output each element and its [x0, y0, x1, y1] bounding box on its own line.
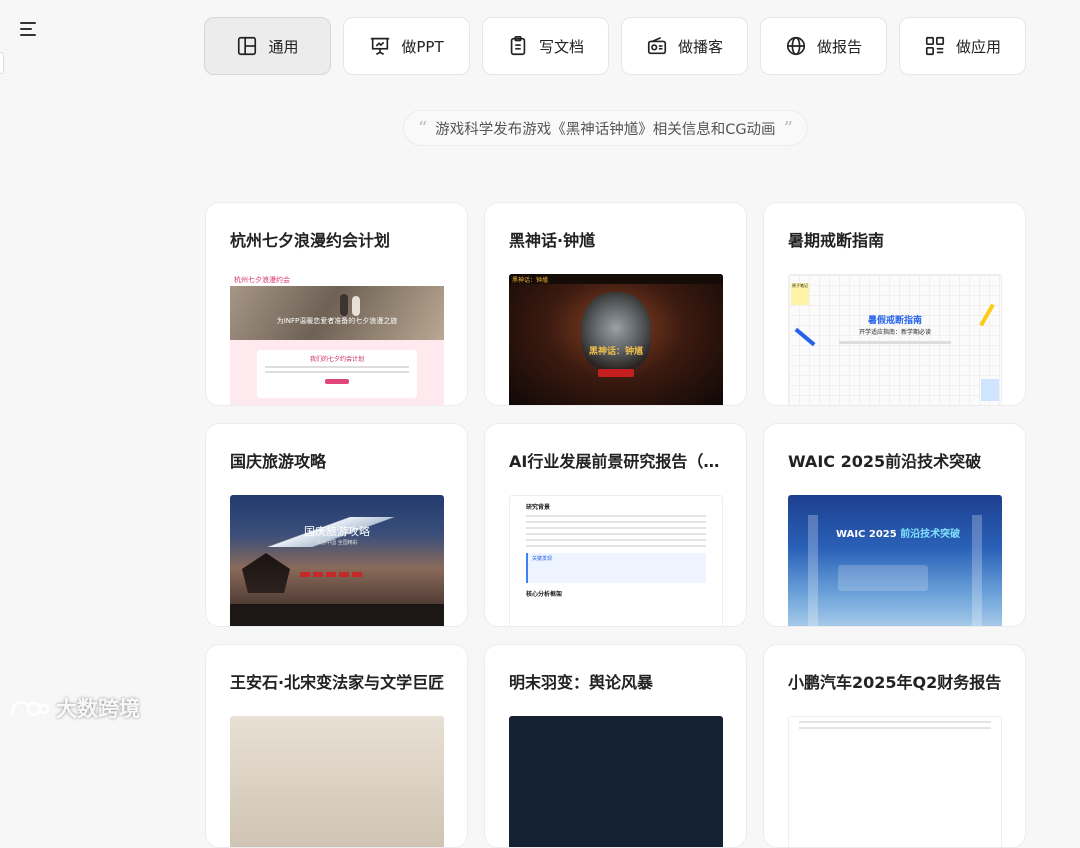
card-thumbnail [788, 716, 1002, 847]
showcase-card[interactable]: 黑神话·钟馗 黑神话：钟馗 黑神话：钟馗 [484, 202, 747, 406]
card-thumbnail [509, 716, 723, 847]
card-title: 杭州七夕浪漫约会计划 [230, 231, 391, 250]
radio-icon [647, 36, 667, 55]
mode-podcast-button[interactable]: 做播客 [621, 17, 748, 75]
close-quote-icon: ” [783, 117, 793, 139]
card-thumbnail: 原子笔记 暑假戒断指南 开学适应指南：新学期必读 [788, 274, 1002, 405]
apps-grid-icon [925, 36, 945, 56]
globe-icon [786, 36, 806, 56]
card-title: 国庆旅游攻略 [230, 452, 327, 471]
showcase-card[interactable]: 王安石·北宋变法家与文学巨匠 [205, 644, 468, 848]
watermark-logo-icon [10, 701, 50, 717]
thumb-heading: 研究背景 [526, 504, 551, 511]
thumb-highlight: 关键发现 [532, 556, 553, 562]
showcase-card[interactable]: 小鹏汽车2025年Q2财务报告 [763, 644, 1026, 848]
mode-label: 做PPT [401, 37, 444, 56]
showcase-card[interactable]: AI行业发展前景研究报告（2025-2030） 研究背景 关键发现 核心分析框架 [484, 423, 747, 627]
prompt-suggestion-text: 游戏科学发布游戏《黑神话钟馗》相关信息和CG动画 [435, 121, 776, 138]
card-thumbnail: 研究背景 关键发现 核心分析框架 [509, 495, 723, 626]
mode-ppt-button[interactable]: 做PPT [343, 17, 470, 75]
card-title: AI行业发展前景研究报告（2025-2030） [509, 452, 728, 471]
thumb-subtitle: 畅游中国 全国精彩 [316, 540, 358, 546]
showcase-card[interactable]: 杭州七夕浪漫约会计划 杭州七夕浪漫约会 为INFP温暖恋爱者准备的七夕浪漫之旅 … [205, 202, 468, 406]
card-thumbnail: WAIC 2025 前沿技术突破 [788, 495, 1002, 626]
mode-report-button[interactable]: 做报告 [760, 17, 887, 75]
mode-toolbar: 通用 做PPT 写文档 做播客 做报告 做应用 [204, 17, 1026, 75]
thumb-box-title: 我们的七夕约会计划 [309, 356, 364, 363]
mode-general-button[interactable]: 通用 [204, 17, 331, 75]
watermark: 大数跨境 [8, 693, 140, 723]
showcase-grid: 杭州七夕浪漫约会计划 杭州七夕浪漫约会 为INFP温暖恋爱者准备的七夕浪漫之旅 … [205, 202, 1026, 848]
thumb-sticky-note: 原子笔记 [791, 283, 809, 305]
card-title: 王安石·北宋变法家与文学巨匠 [230, 673, 445, 692]
sidebar-handle[interactable] [0, 52, 4, 74]
card-thumbnail: 杭州七夕浪漫约会 为INFP温暖恋爱者准备的七夕浪漫之旅 我们的七夕约会计划 [230, 274, 444, 405]
thumb-title: WAIC 2025 [836, 529, 897, 540]
thumb-section: 核心分析框架 [526, 591, 563, 598]
thumb-title-accent: 前沿技术突破 [900, 529, 961, 540]
card-title: 明末羽变：舆论风暴 [509, 673, 654, 692]
mode-label: 做报告 [816, 37, 862, 56]
thumb-title: 暑假戒断指南 [867, 316, 922, 326]
card-title: 暑期戒断指南 [788, 231, 885, 250]
thumb-title: 国庆旅游攻略 [304, 525, 370, 538]
card-title: 小鹏汽车2025年Q2财务报告 [788, 673, 1002, 692]
showcase-card[interactable]: 国庆旅游攻略 国庆旅游攻略 畅游中国 全国精彩 [205, 423, 468, 627]
showcase-card[interactable]: 暑期戒断指南 原子笔记 暑假戒断指南 开学适应指南：新学期必读 [763, 202, 1026, 406]
mode-app-button[interactable]: 做应用 [899, 17, 1026, 75]
thumb-subtitle: 开学适应指南：新学期必读 [858, 329, 931, 336]
thumb-title: 黑神话：钟馗 [588, 347, 643, 357]
showcase-card[interactable]: 明末羽变：舆论风暴 [484, 644, 747, 848]
menu-icon[interactable] [20, 20, 40, 38]
thumb-brand: 杭州七夕浪漫约会 [234, 276, 290, 284]
mode-doc-button[interactable]: 写文档 [482, 17, 609, 75]
presentation-icon [371, 37, 390, 55]
thumb-nav-brand: 黑神话：钟馗 [512, 276, 549, 284]
mode-label: 通用 [268, 37, 299, 56]
thumb-hero-text: 为INFP温暖恋爱者准备的七夕浪漫之旅 [276, 317, 398, 325]
mode-label: 做应用 [955, 37, 1001, 56]
open-quote-icon: “ [418, 117, 428, 139]
card-thumbnail: 黑神话：钟馗 黑神话：钟馗 [509, 274, 723, 405]
clipboard-icon [510, 36, 526, 56]
mode-label: 写文档 [538, 37, 584, 56]
showcase-card[interactable]: WAIC 2025前沿技术突破 WAIC 2025 前沿技术突破 [763, 423, 1026, 627]
layout-icon [238, 36, 257, 56]
card-thumbnail [230, 716, 444, 847]
card-title: WAIC 2025前沿技术突破 [788, 452, 982, 471]
mode-label: 做播客 [677, 37, 723, 56]
card-thumbnail: 国庆旅游攻略 畅游中国 全国精彩 [230, 495, 444, 626]
watermark-text: 大数跨境 [56, 697, 140, 721]
card-title: 黑神话·钟馗 [509, 231, 596, 250]
prompt-suggestion[interactable]: “ 游戏科学发布游戏《黑神话钟馗》相关信息和CG动画 ” [403, 110, 808, 146]
